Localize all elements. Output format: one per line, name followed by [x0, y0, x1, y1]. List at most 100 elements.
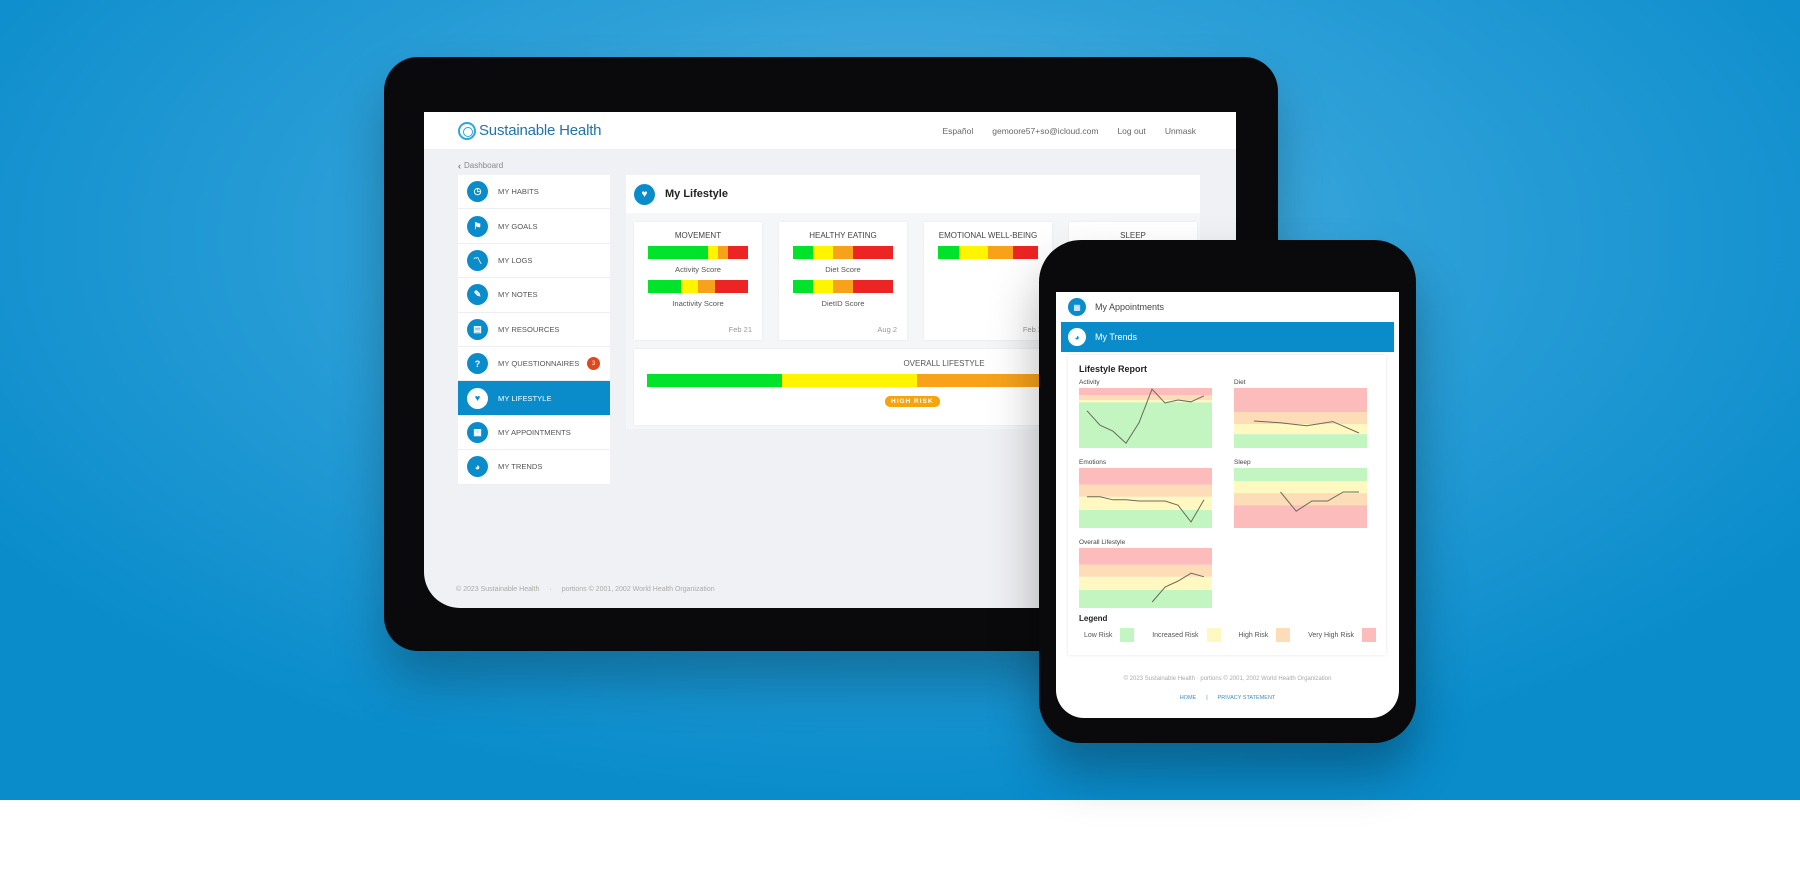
logo-icon — [458, 121, 476, 140]
sidebar-item-my-resources[interactable]: ▤ MY RESOURCES — [458, 313, 610, 347]
score-label: Activity Score — [675, 265, 721, 274]
risk-band-green — [1234, 434, 1367, 448]
sidebar-item-label: MY APPOINTMENTS — [498, 427, 571, 437]
sidebar-item-my-habits[interactable]: ◷ MY HABITS — [458, 175, 610, 210]
mobile-footer: © 2023 Sustainable Health · portions © 2… — [1123, 676, 1332, 682]
score-segment — [728, 246, 749, 259]
score-segment — [647, 280, 681, 293]
score-segment — [708, 246, 719, 259]
score-bar — [792, 280, 894, 293]
mobile-footer-links: HOME | PRIVACY STATEMENT — [1056, 695, 1399, 701]
sidebar-item-label: MY HABITS — [498, 187, 539, 197]
legend-swatch — [1120, 628, 1135, 642]
score-label: Diet Score — [825, 265, 861, 274]
calendar-icon: ▦ — [467, 421, 488, 443]
score-segment — [812, 280, 833, 293]
risk-band-red — [1234, 388, 1367, 412]
overall-segment — [917, 374, 1052, 387]
risk-band-red — [1079, 388, 1212, 396]
calendar-icon: ▦ — [1068, 298, 1086, 316]
score-segment — [937, 246, 959, 259]
brand-name: Sustainable Health — [479, 122, 602, 139]
chart-label: Diet — [1234, 379, 1246, 386]
risk-band-orange — [1079, 484, 1212, 497]
copyright-text: © 2023 Sustainable Health — [456, 586, 540, 593]
lifestyle-card-healthy-eating[interactable]: HEALTHY EATING Diet Score DietID Score Aug … — [779, 222, 907, 340]
score-bar — [647, 280, 749, 293]
sidebar-item-label: MY TRENDS — [498, 462, 543, 472]
risk-band-yellow — [1079, 576, 1212, 590]
heart-icon: ♥ — [467, 387, 488, 409]
risk-band-orange — [1079, 564, 1212, 577]
home-link[interactable]: HOME — [1180, 695, 1197, 701]
score-segment — [958, 246, 988, 259]
legend-item: High Risk — [1238, 628, 1291, 642]
breadcrumb[interactable]: ‹ Dashboard — [424, 149, 1236, 174]
chart-label: Sleep — [1234, 459, 1251, 466]
sidebar-item-my-questionnaires[interactable]: ? MY QUESTIONNAIRES 3 — [458, 347, 610, 382]
notification-badge: 3 — [587, 357, 600, 371]
legend-swatch — [1206, 628, 1221, 642]
overall-segment — [782, 374, 917, 387]
legend-label: Increased Risk — [1152, 631, 1199, 639]
language-link[interactable]: Español — [943, 126, 974, 136]
sidebar-item-my-logs[interactable]: 〽 MY LOGS — [458, 244, 610, 279]
chart-label: Activity — [1079, 379, 1100, 386]
mobile-nav-appointments[interactable]: ▦ My Appointments — [1056, 292, 1399, 322]
trend-chart-diet: Diet — [1234, 379, 1367, 448]
risk-band-orange — [1079, 395, 1212, 400]
score-segment — [680, 280, 698, 293]
score-segment — [832, 280, 854, 293]
page-title: My Lifestyle — [665, 188, 728, 200]
risk-band-red — [1079, 548, 1212, 565]
sidebar-item-label: MY NOTES — [498, 290, 538, 300]
sidebar-item-my-appointments[interactable]: ▦ MY APPOINTMENTS — [458, 416, 610, 451]
lifestyle-report: Lifestyle Report Legend Low Risk Increas… — [1068, 355, 1386, 655]
user-email-link[interactable]: gemoore57+so@icloud.com — [992, 126, 1098, 136]
brand-logo[interactable]: Sustainable Health — [458, 121, 602, 140]
score-segment — [832, 246, 854, 259]
logout-link[interactable]: Log out — [1117, 126, 1145, 136]
score-bar — [647, 246, 749, 259]
lifestyle-card-emotional-well-being[interactable]: EMOTIONAL WELL-BEING Feb 2 — [924, 222, 1052, 340]
sidebar-item-my-goals[interactable]: ⚑ MY GOALS — [458, 209, 610, 244]
privacy-link[interactable]: PRIVACY STATEMENT — [1218, 695, 1276, 701]
chart-label: Emotions — [1079, 459, 1107, 466]
score-segment — [715, 280, 749, 293]
legend-swatch — [1362, 628, 1376, 642]
sidebar-item-my-trends[interactable]: ◕ MY TRENDS — [458, 450, 610, 485]
risk-band-green — [1079, 510, 1212, 528]
risk-band-green — [1079, 402, 1212, 448]
overall-segment — [647, 374, 782, 387]
risk-band-red — [1079, 468, 1212, 485]
trend-chart-emotions: Emotions — [1079, 459, 1212, 528]
unmask-link[interactable]: Unmask — [1165, 126, 1196, 136]
sidebar-item-my-notes[interactable]: ✎ MY NOTES — [458, 278, 610, 313]
footer-separator: · — [549, 586, 552, 593]
card-title: EMOTIONAL WELL-BEING — [938, 231, 1038, 240]
score-bar — [792, 246, 894, 259]
sidebar-item-label: MY QUESTIONNAIRES — [498, 359, 580, 369]
mobile-nav-trends[interactable]: ◕ My Trends — [1061, 322, 1394, 352]
score-segment — [1013, 246, 1039, 259]
heart-icon: ♥ — [634, 183, 655, 205]
legend: Low Risk Increased Risk High Risk Very H… — [1084, 628, 1376, 642]
chevron-left-icon: ‹ — [458, 160, 461, 171]
trend-chart-activity: Activity — [1079, 379, 1212, 448]
score-segment — [987, 246, 1014, 259]
main-header: ♥ My Lifestyle — [626, 175, 1200, 213]
card-title: HEALTHY EATING — [809, 231, 877, 240]
top-links: Español gemoore57+so@icloud.com Log out … — [943, 126, 1196, 136]
score-segment — [792, 246, 813, 259]
legend-item: Very High Risk — [1308, 628, 1376, 642]
flag-icon: ⚑ — [467, 215, 488, 237]
who-credit-text: portions © 2001, 2002 World Health Organ… — [561, 586, 715, 593]
breadcrumb-dashboard[interactable]: Dashboard — [464, 161, 503, 170]
lifestyle-card-movement[interactable]: MOVEMENT Activity Score Inactivity Score Fe… — [634, 222, 762, 340]
score-segment — [697, 280, 716, 293]
risk-badge[interactable]: HIGH RISK — [885, 396, 940, 407]
card-date: Aug 2 — [877, 325, 897, 334]
risk-band-yellow — [1079, 496, 1212, 510]
chart-line-icon: 〽 — [467, 249, 488, 271]
sidebar-item-my-lifestyle[interactable]: ♥ MY LIFESTYLE — [458, 381, 610, 416]
